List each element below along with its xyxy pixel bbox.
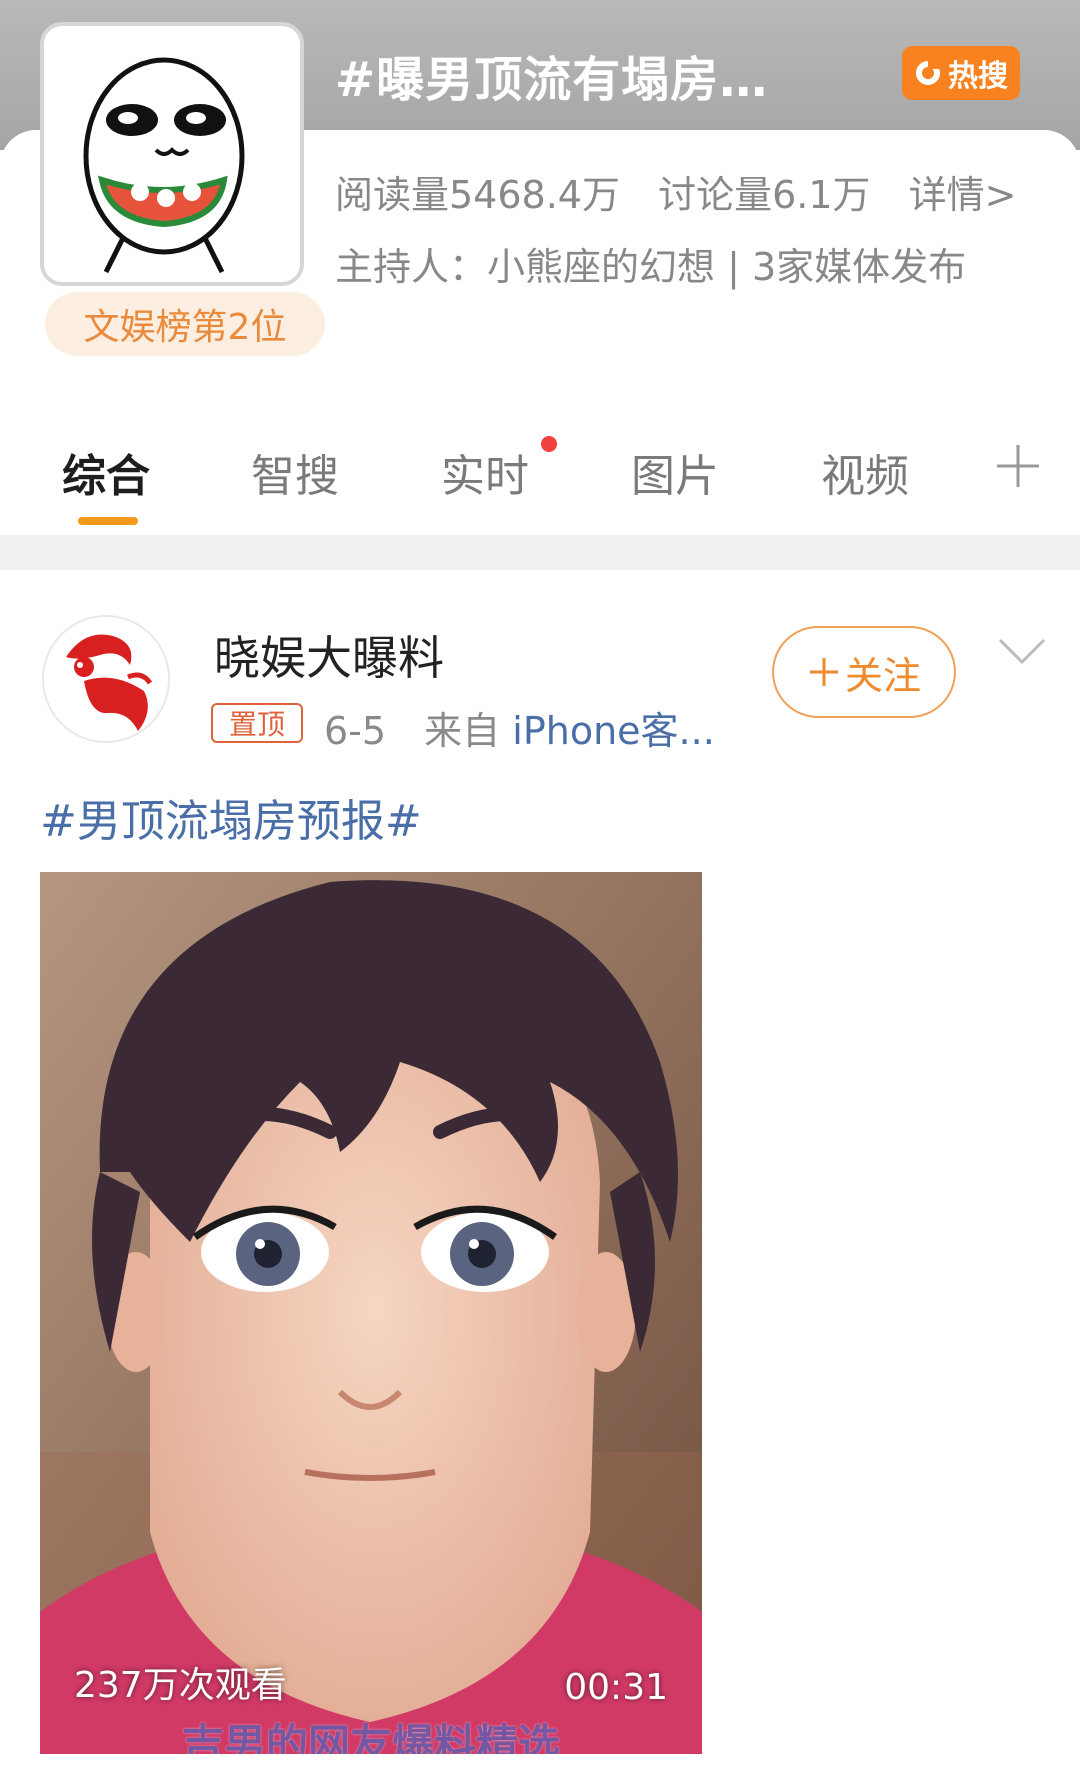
new-content-dot [541,436,557,452]
add-tab-icon[interactable] [995,443,1041,489]
tab-smart-search[interactable]: 智搜 [251,440,339,504]
follow-button[interactable]: 关注 [772,626,956,718]
topic-title: #曝男顶流有塌房… [335,52,769,108]
tab-comprehensive[interactable]: 综合 [62,440,150,504]
watermelon-face-icon [83,57,245,274]
video-view-count: 237万次观看 [74,1665,287,1706]
pinned-tag: 置顶 [211,703,303,743]
tab-images[interactable]: 图片 [631,440,719,504]
topic-stats: 阅读量5468.4万 讨论量6.1万 详情> [335,164,1016,219]
section-divider [0,535,1080,570]
topic-avatar[interactable] [40,22,304,286]
post-author-avatar[interactable] [42,615,170,743]
chevron-down-icon[interactable] [998,636,1046,666]
active-tab-indicator [78,517,138,525]
video-subtitle: 吉男的网友爆料精选 [181,1720,560,1754]
video-thumbnail [40,872,702,1754]
read-count: 阅读量5468.4万 [335,173,620,217]
hot-search-label: 热搜 [948,59,1008,94]
detail-link[interactable]: 详情> [909,173,1017,217]
post-source[interactable]: iPhone客... [512,709,715,753]
red-koi-logo-icon [44,617,168,741]
follow-label: 关注 [844,653,921,698]
discussion-count: 讨论量6.1万 [658,173,871,217]
rank-badge[interactable]: 文娱榜第2位 [45,292,325,356]
video-duration: 00:31 [564,1667,668,1708]
hot-search-icon [916,61,940,85]
post-date: 6-5 [324,709,387,753]
post-source-prefix: 来自 [424,709,501,753]
hot-search-badge[interactable]: 热搜 [902,46,1020,100]
post-meta: 6-5 来自 iPhone客... [324,700,715,755]
post-author-name[interactable]: 晓娱大曝料 [214,622,444,688]
video-player[interactable]: 吉男的网友爆料精选 237万次观看 00:31 [40,872,702,1754]
tab-realtime[interactable]: 实时 [441,440,529,504]
host-line[interactable]: 主持人：小熊座的幻想 | 3家媒体发布 [335,236,966,291]
tab-videos[interactable]: 视频 [821,440,909,504]
plus-icon [809,658,838,686]
post-hashtag-text[interactable]: #男顶流塌房预报# [40,785,422,849]
tab-bar: 综合 智搜 实时 图片 视频 [0,425,1080,535]
